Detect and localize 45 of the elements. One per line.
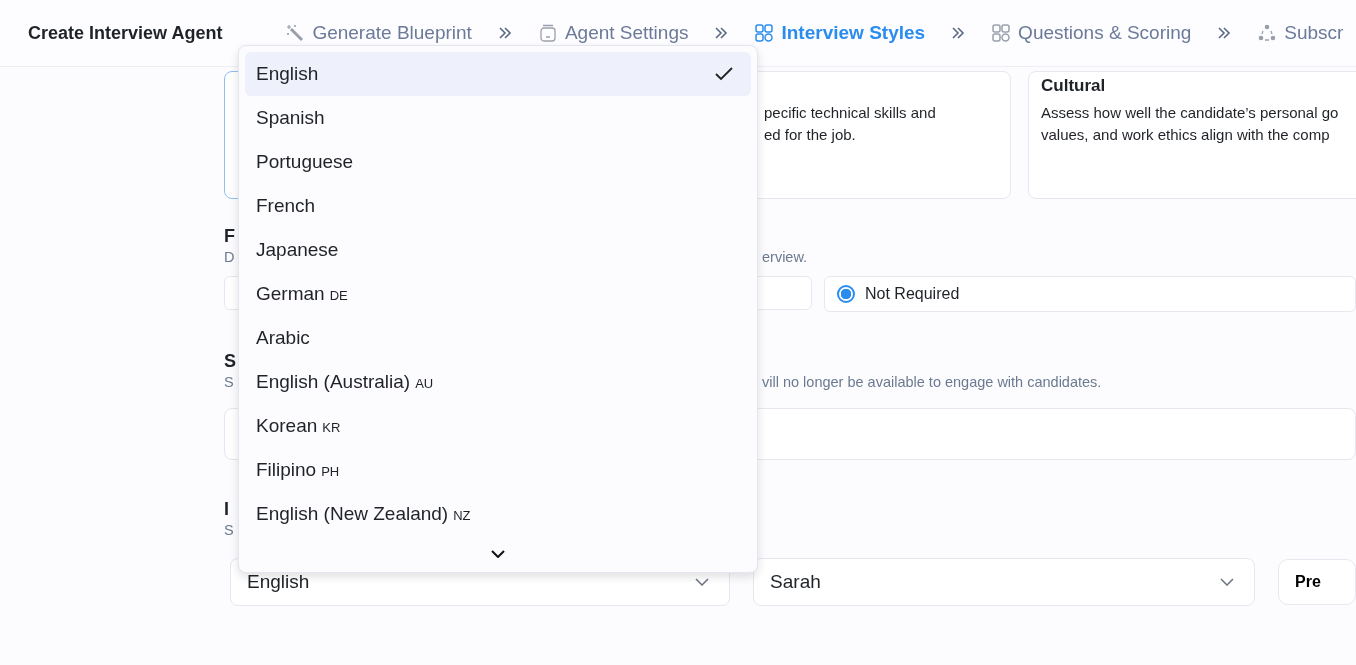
page-title: Create Interview Agent [28, 22, 223, 44]
language-option[interactable]: Filipino PH [245, 448, 751, 492]
step-tab[interactable]: Subscr [1258, 22, 1344, 44]
language-option[interactable]: Arabic [245, 316, 751, 360]
language-option[interactable]: English (New Zealand) NZ [245, 492, 751, 536]
section-heading: I [224, 498, 229, 520]
chevron-down-icon [1220, 578, 1235, 586]
section-description: erview. [762, 248, 808, 267]
section-heading: F [224, 225, 235, 247]
card-description: Assess how well the candidate’s personal go [1041, 103, 1340, 123]
language-option[interactable]: Korean KR [245, 404, 751, 448]
language-option[interactable]: German DE [245, 272, 751, 316]
card-title: Cultural [1041, 76, 1107, 96]
grid-icon [755, 24, 774, 42]
voice-select[interactable]: Sarah [753, 558, 1256, 606]
style-card[interactable]: Cultural Assess how well the candidate’s personal go values, and work ethics align with the comp [1028, 71, 1356, 199]
double-chevron-icon [497, 27, 512, 39]
radio-option[interactable]: Not Required [824, 276, 1356, 312]
section-description: vill no longer be available to engage with candidates. [762, 373, 1102, 392]
checkmark-icon [715, 67, 733, 81]
card-description: values, and work ethics align with the comp [1041, 125, 1331, 145]
card-description: pecific technical skills and [764, 103, 937, 123]
language-option[interactable]: English (Australia) AU [245, 360, 751, 404]
section-heading: S [224, 350, 236, 372]
section-description: S [224, 373, 234, 392]
double-chevron-icon [714, 27, 729, 39]
chevron-down-icon [491, 550, 505, 558]
jar-icon [538, 24, 557, 42]
option-label: Not Required [865, 285, 960, 303]
card-description: ed for the job. [764, 125, 857, 145]
section-description: S [224, 521, 234, 540]
nodes-icon [1258, 24, 1277, 42]
preview-button[interactable]: Pre [1278, 559, 1356, 605]
language-option[interactable]: Japanese [245, 228, 751, 272]
language-option[interactable]: English [245, 52, 751, 96]
double-chevron-icon [1217, 27, 1232, 39]
section-description: D [224, 248, 235, 267]
step-tab[interactable]: Questions & Scoring [992, 22, 1192, 44]
wand-icon [286, 24, 305, 42]
step-tab[interactable]: Generate Blueprint [286, 22, 472, 44]
chevron-down-icon [695, 578, 710, 586]
radio-button[interactable] [837, 285, 855, 303]
grid-icon [992, 24, 1011, 42]
double-chevron-icon [951, 27, 966, 39]
step-tab[interactable]: Agent Settings [538, 22, 689, 44]
